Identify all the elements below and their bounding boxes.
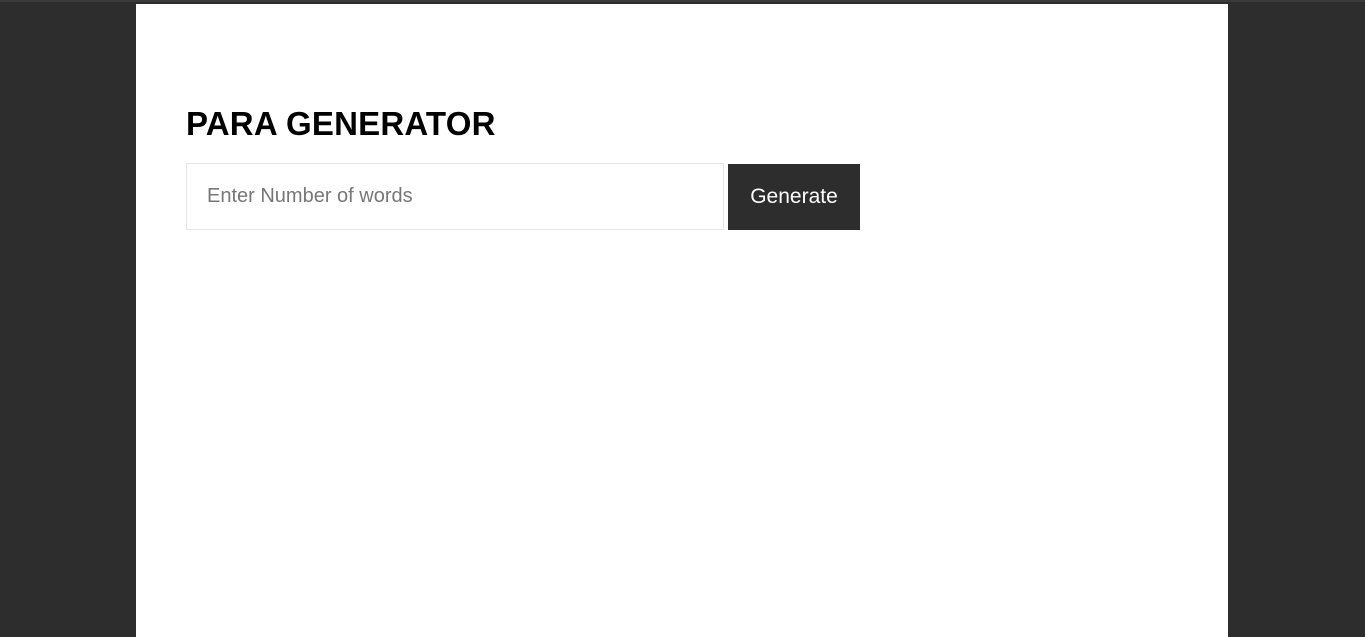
main-panel: PARA GENERATOR Generate: [136, 4, 1228, 637]
word-count-input[interactable]: [186, 163, 724, 230]
generate-button[interactable]: Generate: [728, 164, 860, 230]
page-title: PARA GENERATOR: [186, 105, 496, 142]
page-background: PARA GENERATOR Generate: [0, 0, 1365, 637]
generator-form: Generate: [186, 163, 860, 230]
